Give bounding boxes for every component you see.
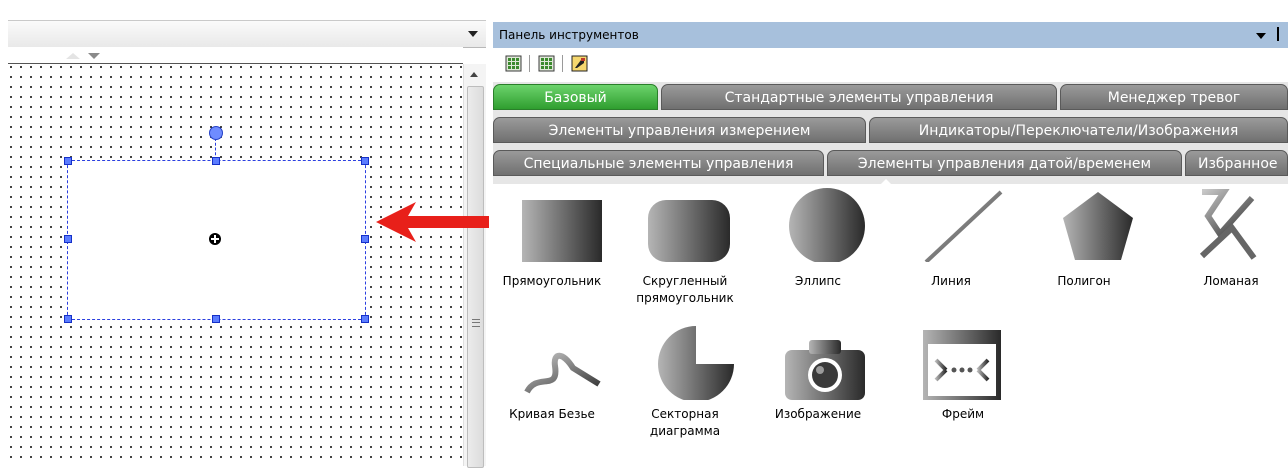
canvas-header-bar [8,20,486,48]
frame-icon [923,330,1001,400]
toolbox-grid-icon[interactable] [505,55,522,72]
item-label: Эллипс [795,274,841,288]
toolbox-item-ellipse[interactable]: Эллипс [763,186,873,288]
properties-icon[interactable] [571,55,588,72]
item-label: Ломаная [1203,274,1259,288]
scroll-up-arrow-icon[interactable] [470,72,478,77]
toolbox-item-line[interactable]: Линия [896,188,1006,288]
resize-handle-bottom-right[interactable] [361,315,369,323]
toolbar-separator [562,55,563,72]
center-point-icon[interactable] [209,233,221,245]
resize-handle-top-right[interactable] [361,157,369,165]
bezier-curve-icon [524,352,601,394]
tab-standard-controls[interactable]: Стандартные элементы управления [661,84,1057,110]
item-label: Кривая Безье [509,407,595,421]
tab-alarm-manager[interactable]: Менеджер тревог [1060,84,1288,110]
toolbox-item-frame[interactable]: Фрейм [896,328,1006,421]
tab-date-time-controls[interactable]: Элементы управления датой/временем [827,150,1182,176]
tab-special-controls[interactable]: Специальные элементы управления [493,150,824,176]
toolbox-items-grid: Прямоугольник Скругленный прямоугольник … [493,184,1288,466]
ruler [8,47,463,64]
resize-handle-top-left[interactable] [64,157,72,165]
ellipse-icon [789,188,865,262]
panel-menu-dropdown-icon[interactable] [1256,33,1266,39]
ruler-marker-up-icon[interactable] [66,53,80,59]
camera-icon [785,340,865,400]
toolbox-title-bar: Панель инструментов [493,22,1288,48]
item-label: Изображение [774,407,862,421]
toolbox-title: Панель инструментов [499,28,639,42]
rounded-rectangle-icon [648,200,730,262]
tab-favorites[interactable]: Избранное [1185,150,1288,176]
tab-indicators-switches-images[interactable]: Индикаторы/Переключатели/Изображения [869,117,1288,143]
resize-handle-bottom[interactable] [212,315,220,323]
toolbar-separator [529,55,530,72]
item-label: Секторная диаграмма [649,407,721,438]
rectangle-icon [522,200,602,262]
toolbox-item-rectangle[interactable]: Прямоугольник [497,192,607,288]
tab-measurement-controls[interactable]: Элементы управления измерением [493,117,866,143]
tab-basic[interactable]: Базовый [493,84,658,110]
vertical-scrollbar[interactable] [463,64,486,468]
toolbox-icon-strip [493,49,1288,81]
dropdown-arrow-icon[interactable] [468,31,478,37]
toolbox-item-image[interactable]: Изображение [763,334,873,421]
toolbox-grid-alt-icon[interactable] [538,55,555,72]
toolbox-panel: Панель инструментов Базовый Стандартные … [489,20,1288,466]
toolbox-item-rounded-rectangle[interactable]: Скругленный прямоугольник [630,192,740,305]
resize-handle-top[interactable] [212,157,220,165]
resize-handle-left[interactable] [64,235,72,243]
resize-handle-bottom-left[interactable] [64,315,72,323]
scrollbar-thumb[interactable] [467,86,484,468]
scrollbar-grip-icon [472,319,480,327]
resize-handle-right[interactable] [361,235,369,243]
toolbox-item-polygon[interactable]: Полигон [1029,190,1139,288]
pie-chart-icon [658,326,734,400]
rotation-handle[interactable] [209,126,223,140]
line-icon [924,190,1003,262]
item-label: Фрейм [941,407,985,421]
toolbox-item-polyline[interactable]: Ломаная [1162,188,1272,288]
polyline-icon [1199,189,1257,260]
item-label: Линия [931,274,971,288]
toolbox-item-pie-chart[interactable]: Секторная диаграмма [630,324,740,438]
ruler-marker-down-icon[interactable] [88,53,100,59]
polygon-icon [1063,192,1133,260]
toolbox-category-tabs: Базовый Стандартные элементы управления … [493,82,1288,185]
toolbox-item-bezier-curve[interactable]: Кривая Безье [497,332,607,421]
pin-icon[interactable] [1277,27,1288,41]
item-label: Скругленный прямоугольник [636,274,734,305]
item-label: Прямоугольник [502,274,602,288]
item-label: Полигон [1057,274,1111,288]
